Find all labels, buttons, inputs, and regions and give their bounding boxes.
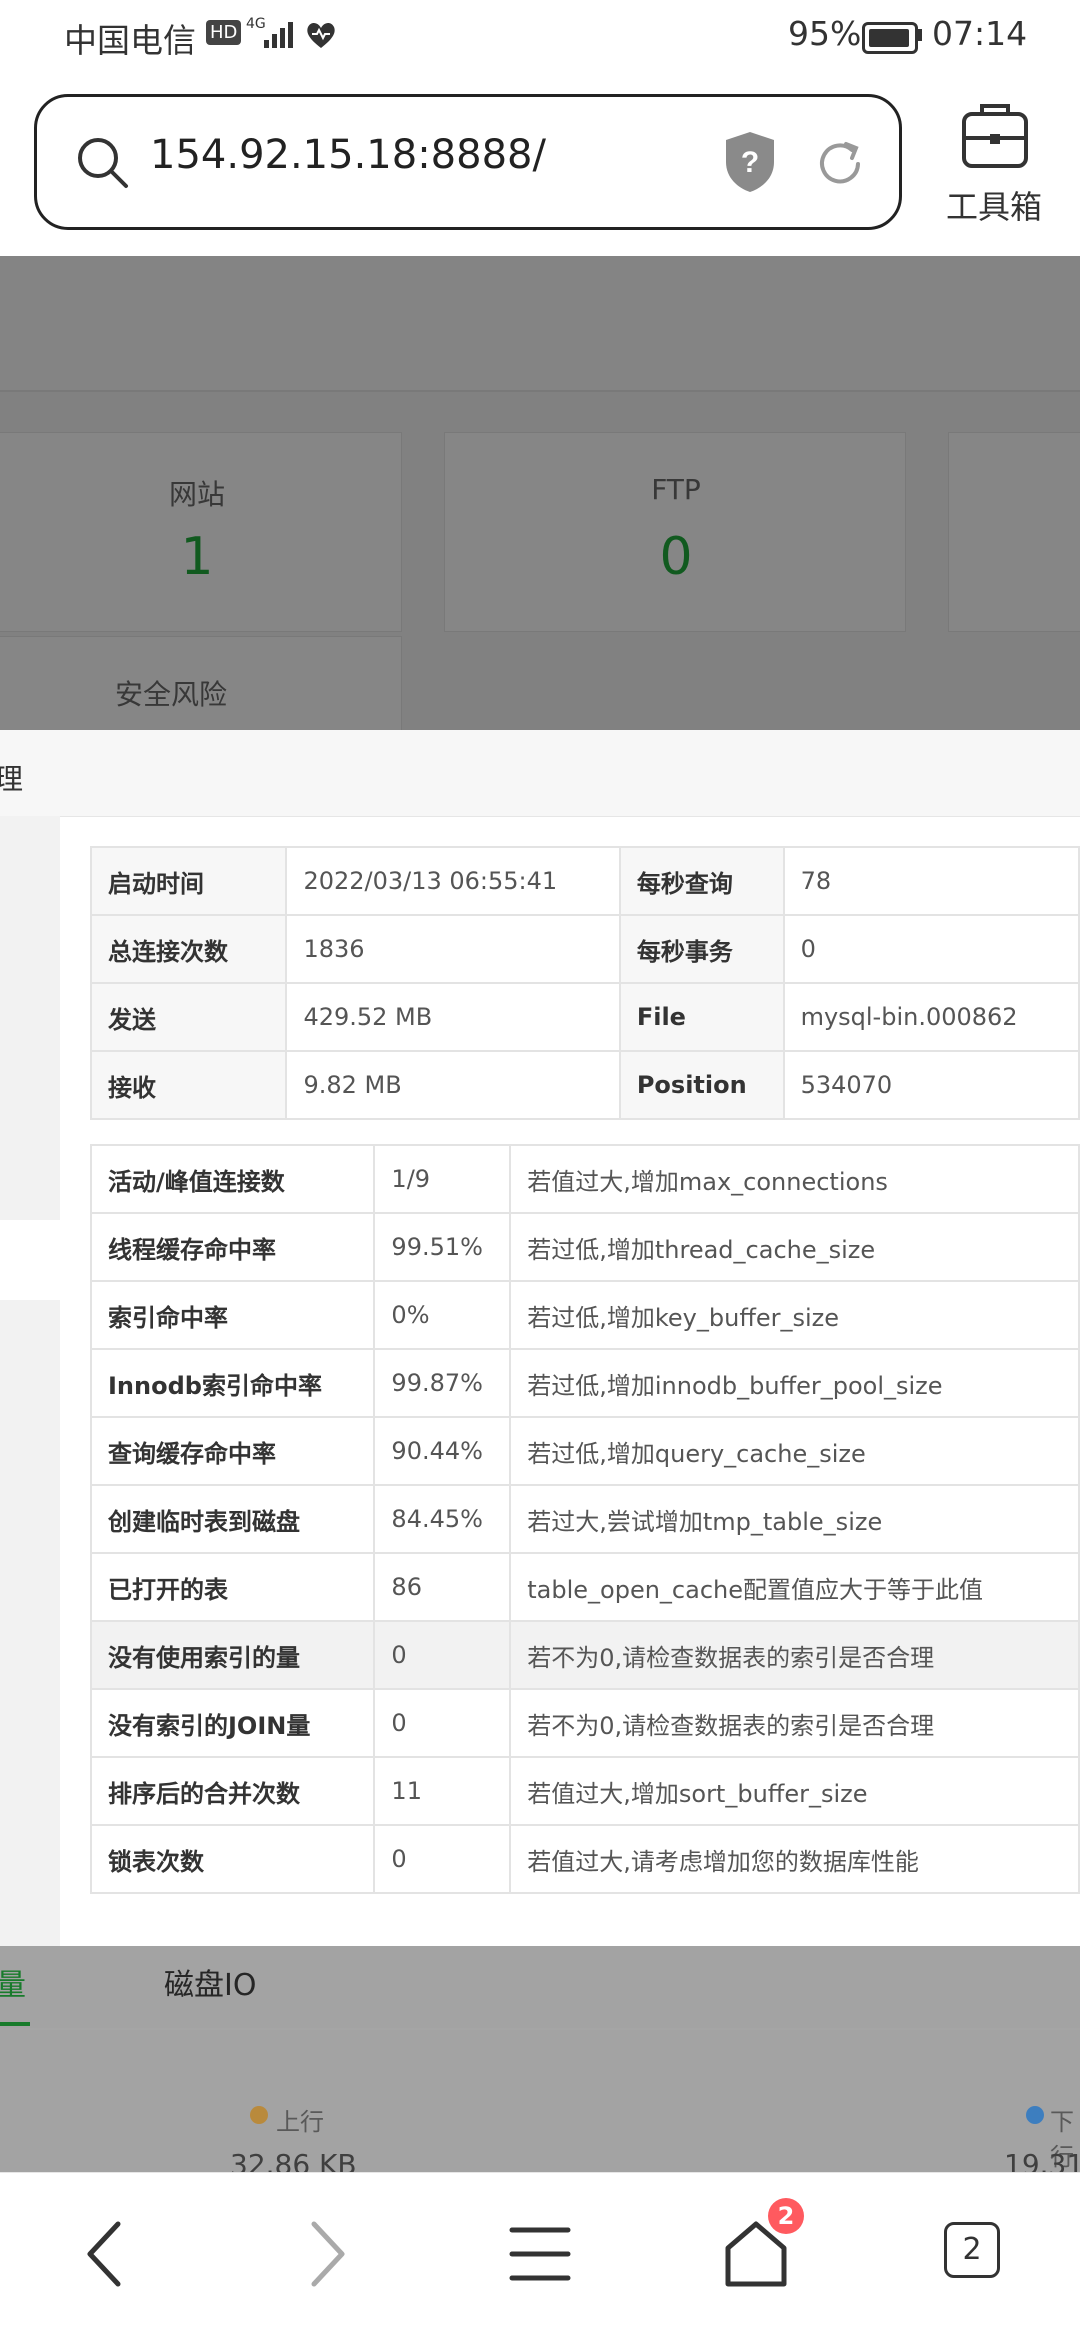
home-badge: 2 (768, 2198, 804, 2234)
summary-label: 每秒查询 (618, 846, 785, 916)
toolbox-label[interactable]: 工具箱 (946, 182, 1042, 228)
metric-hint: 若不为0,请检查数据表的索引是否合理 (509, 1688, 1080, 1758)
metric-hint: 若值过大,增加max_connections (509, 1144, 1080, 1214)
metric-hint: 若过低,增加thread_cache_size (509, 1212, 1080, 1282)
carrier-label: 中国电信 (64, 21, 196, 60)
metric-label: 索引命中率 (89, 1280, 376, 1350)
metric-hint: 若值过大,请考虑增加您的数据库性能 (509, 1824, 1080, 1894)
modal-side-menu[interactable] (0, 816, 60, 1220)
menu-icon[interactable] (500, 2214, 580, 2294)
metric-label: 查询缓存命中率 (89, 1416, 376, 1486)
summary-value: mysql-bin.000862 (782, 982, 1080, 1052)
metrics-table: 活动/峰值连接数 1/9 若值过大,增加max_connections 线程缓存… (89, 1144, 1080, 1894)
metric-label: 已打开的表 (89, 1552, 376, 1622)
summary-label: Position (618, 1050, 785, 1120)
metric-label: 创建临时表到磁盘 (89, 1484, 376, 1554)
metric-value: 0 (373, 1824, 512, 1894)
metric-value: 0 (373, 1620, 512, 1690)
table-row: 创建临时表到磁盘 84.45% 若过大,尝试增加tmp_table_size (89, 1484, 1080, 1554)
summary-label: 每秒事务 (618, 914, 785, 984)
signal-icon (264, 22, 293, 48)
modal-title: 理 (0, 762, 24, 796)
summary-value: 534070 (782, 1050, 1080, 1120)
table-row: 已打开的表 86 table_open_cache配置值应大于等于此值 (89, 1552, 1080, 1622)
table-row: 没有使用索引的量 0 若不为0,请检查数据表的索引是否合理 (89, 1620, 1080, 1690)
summary-value: 429.52 MB (285, 982, 621, 1052)
table-row: 查询缓存命中率 90.44% 若过低,增加query_cache_size (89, 1416, 1080, 1486)
summary-value: 1836 (285, 914, 621, 984)
summary-label: 启动时间 (89, 846, 288, 916)
metric-hint: 若过低,增加innodb_buffer_pool_size (509, 1348, 1080, 1418)
metric-hint: 若值过大,增加sort_buffer_size (509, 1756, 1080, 1826)
metric-value: 0% (373, 1280, 512, 1350)
metric-hint: 若不为0,请检查数据表的索引是否合理 (509, 1620, 1080, 1690)
metric-hint: table_open_cache配置值应大于等于此值 (509, 1552, 1080, 1622)
metric-label: 没有使用索引的量 (89, 1620, 376, 1690)
metric-value: 1/9 (373, 1144, 512, 1214)
summary-value: 9.82 MB (285, 1050, 621, 1120)
summary-table: 启动时间 2022/03/13 06:55:41 每秒查询 78 总连接次数 1… (89, 846, 1080, 1120)
table-row: 总连接次数 1836 每秒事务 0 (89, 914, 1080, 984)
metric-hint: 若过大,尝试增加tmp_table_size (509, 1484, 1080, 1554)
summary-label: 接收 (89, 1050, 288, 1120)
metric-label: 活动/峰值连接数 (89, 1144, 376, 1214)
tabs-icon[interactable]: 2 (944, 2222, 1000, 2278)
summary-value: 78 (782, 846, 1080, 916)
summary-label: 发送 (89, 982, 288, 1052)
table-row: 排序后的合并次数 11 若值过大,增加sort_buffer_size (89, 1756, 1080, 1826)
table-row: Innodb索引命中率 99.87% 若过低,增加innodb_buffer_p… (89, 1348, 1080, 1418)
battery-icon (862, 22, 918, 54)
metric-label: 锁表次数 (89, 1824, 376, 1894)
modal-overlay-bottom[interactable] (0, 1946, 1080, 2172)
summary-label: 总连接次数 (89, 914, 288, 984)
search-icon (78, 138, 128, 188)
table-row: 活动/峰值连接数 1/9 若值过大,增加max_connections (89, 1144, 1080, 1214)
metric-value: 84.45% (373, 1484, 512, 1554)
metric-value: 11 (373, 1756, 512, 1826)
metric-label: 排序后的合并次数 (89, 1756, 376, 1826)
table-row: 启动时间 2022/03/13 06:55:41 每秒查询 78 (89, 846, 1080, 916)
metric-hint: 若过低,增加query_cache_size (509, 1416, 1080, 1486)
table-row: 发送 429.52 MB File mysql-bin.000862 (89, 982, 1080, 1052)
health-icon (307, 22, 335, 48)
forward-icon[interactable] (286, 2214, 366, 2294)
hd-badge: HD (206, 20, 242, 45)
back-icon[interactable] (66, 2214, 146, 2294)
metric-label: 线程缓存命中率 (89, 1212, 376, 1282)
summary-value: 2022/03/13 06:55:41 (285, 846, 621, 916)
modal-header (0, 730, 1080, 817)
clock: 07:14 (932, 14, 1028, 53)
table-row: 没有索引的JOIN量 0 若不为0,请检查数据表的索引是否合理 (89, 1688, 1080, 1758)
battery-percent: 95% (788, 14, 862, 53)
metric-value: 86 (373, 1552, 512, 1622)
summary-label: File (618, 982, 785, 1052)
table-row: 接收 9.82 MB Position 534070 (89, 1050, 1080, 1120)
url-text[interactable]: 154.92.15.18:8888/ (150, 132, 546, 178)
metric-label: Innodb索引命中率 (89, 1348, 376, 1418)
metric-label: 没有索引的JOIN量 (89, 1688, 376, 1758)
reload-icon[interactable] (812, 136, 868, 192)
metric-value: 90.44% (373, 1416, 512, 1486)
table-row: 线程缓存命中率 99.51% 若过低,增加thread_cache_size (89, 1212, 1080, 1282)
metric-value: 0 (373, 1688, 512, 1758)
table-row: 锁表次数 0 若值过大,请考虑增加您的数据库性能 (89, 1824, 1080, 1894)
metric-value: 99.87% (373, 1348, 512, 1418)
metric-value: 99.51% (373, 1212, 512, 1282)
svg-text:?: ? (741, 146, 759, 179)
shield-question-icon[interactable]: ? (722, 130, 778, 194)
table-row: 索引命中率 0% 若过低,增加key_buffer_size (89, 1280, 1080, 1350)
modal-side-menu[interactable] (0, 1300, 60, 1946)
summary-value: 0 (782, 914, 1080, 984)
metric-hint: 若过低,增加key_buffer_size (509, 1280, 1080, 1350)
